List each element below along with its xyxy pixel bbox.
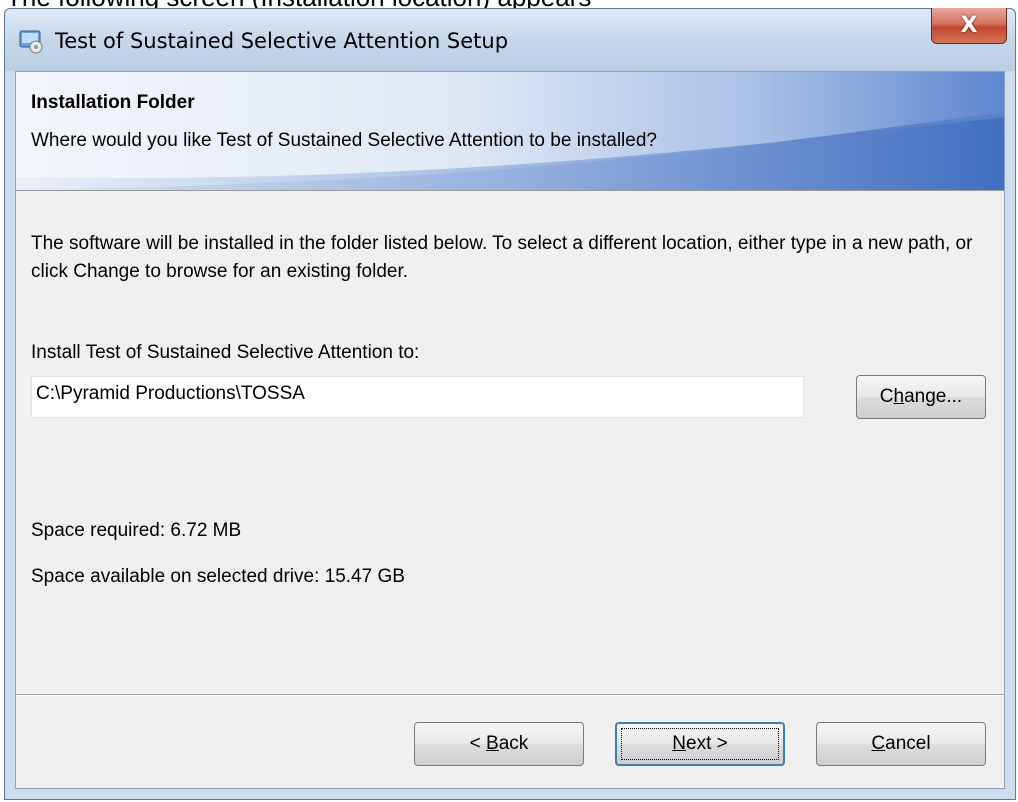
setup-window: Test of Sustained Selective Attention Se… — [4, 8, 1016, 800]
banner-title: Installation Folder — [31, 92, 195, 113]
title-bar[interactable]: Test of Sustained Selective Attention Se… — [5, 8, 1015, 71]
space-available-text: Space available on selected drive: 15.47… — [31, 566, 405, 587]
close-button[interactable]: X — [931, 8, 1007, 44]
space-required-text: Space required: 6.72 MB — [31, 520, 242, 541]
install-location-label: Install Test of Sustained Selective Atte… — [31, 342, 420, 363]
window-title: Test of Sustained Selective Attention Se… — [55, 29, 509, 53]
cancel-button-label: Cancel — [871, 733, 931, 754]
close-icon: X — [960, 13, 978, 38]
change-button[interactable]: Change... — [856, 375, 986, 419]
next-button[interactable]: Next > — [615, 722, 785, 766]
install-path-input[interactable]: C:\Pyramid Productions\TOSSA — [31, 376, 804, 418]
change-button-label: Change... — [879, 386, 963, 407]
dialog-client-area: Installation Folder Where would you like… — [15, 71, 1005, 789]
banner-subtitle: Where would you like Test of Sustained S… — [31, 130, 657, 151]
back-button-label: < Back — [469, 733, 529, 754]
next-button-label: Next > — [672, 733, 728, 754]
cancel-button[interactable]: Cancel — [816, 722, 986, 766]
installer-app-icon — [19, 30, 43, 54]
description-text: The software will be installed in the fo… — [31, 233, 973, 282]
footer-separator — [16, 694, 1004, 696]
back-button[interactable]: < Back — [414, 722, 584, 766]
header-banner: Installation Folder Where would you like… — [16, 72, 1004, 191]
